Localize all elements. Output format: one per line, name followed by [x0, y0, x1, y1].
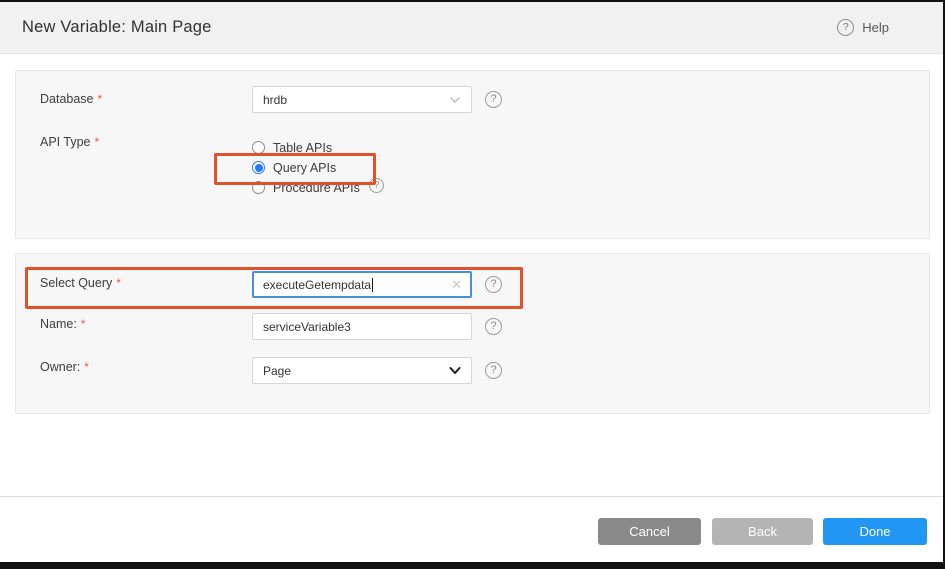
- api-type-help-icon[interactable]: ?: [369, 178, 384, 193]
- required-asterisk: *: [95, 135, 100, 149]
- radio-unselected-icon: [252, 181, 265, 194]
- name-label: Name:*: [40, 317, 86, 331]
- required-asterisk: *: [84, 360, 89, 374]
- window-frame: New Variable: Main Page ? Help Database*…: [0, 0, 945, 569]
- owner-label: Owner:*: [40, 360, 89, 374]
- database-select[interactable]: hrdb: [252, 86, 472, 113]
- radio-query-apis[interactable]: Query APIs: [252, 160, 336, 175]
- select-query-help-icon[interactable]: ?: [485, 276, 502, 293]
- name-input[interactable]: serviceVariable3: [252, 313, 472, 340]
- select-query-input[interactable]: executeGetempdata ✕: [252, 271, 472, 298]
- new-variable-dialog: New Variable: Main Page ? Help Database*…: [0, 2, 943, 562]
- chevron-down-icon: [449, 96, 461, 104]
- radio-selected-icon: [252, 161, 265, 174]
- clear-icon[interactable]: ✕: [451, 278, 462, 291]
- done-button[interactable]: Done: [823, 518, 927, 545]
- dialog-titlebar: New Variable: Main Page ? Help: [0, 2, 943, 54]
- cancel-button[interactable]: Cancel: [598, 518, 701, 545]
- radio-table-apis-label: Table APIs: [273, 141, 332, 155]
- owner-help-icon[interactable]: ?: [485, 362, 502, 379]
- radio-procedure-apis-label: Procedure APIs: [273, 181, 360, 195]
- owner-select-value: Page: [263, 364, 291, 378]
- query-details-panel: Select Query* executeGetempdata ✕ ? Name…: [15, 253, 930, 414]
- help-icon: ?: [837, 19, 854, 36]
- radio-table-apis[interactable]: Table APIs: [252, 140, 332, 155]
- text-caret: [372, 278, 373, 292]
- required-asterisk: *: [81, 317, 86, 331]
- api-type-label: API Type*: [40, 135, 99, 149]
- back-button[interactable]: Back: [712, 518, 813, 545]
- radio-query-apis-label: Query APIs: [273, 161, 336, 175]
- footer-divider: [0, 496, 943, 497]
- database-panel: Database* hrdb ? API Type* Table APIs Qu…: [15, 70, 930, 239]
- select-query-label: Select Query*: [40, 276, 121, 290]
- page-title: New Variable: Main Page: [22, 18, 212, 37]
- database-help-icon[interactable]: ?: [485, 91, 502, 108]
- radio-unselected-icon: [252, 141, 265, 154]
- name-help-icon[interactable]: ?: [485, 318, 502, 335]
- radio-procedure-apis[interactable]: Procedure APIs: [252, 180, 360, 195]
- help-label: Help: [862, 20, 889, 35]
- database-label: Database*: [40, 92, 102, 106]
- owner-select[interactable]: Page: [252, 357, 472, 384]
- database-select-value: hrdb: [263, 93, 287, 107]
- chevron-down-bold-icon: [449, 366, 461, 375]
- required-asterisk: *: [116, 276, 121, 290]
- required-asterisk: *: [98, 92, 103, 106]
- name-value: serviceVariable3: [263, 320, 351, 334]
- select-query-value: executeGetempdata: [263, 278, 371, 292]
- help-button[interactable]: ? Help: [837, 19, 889, 36]
